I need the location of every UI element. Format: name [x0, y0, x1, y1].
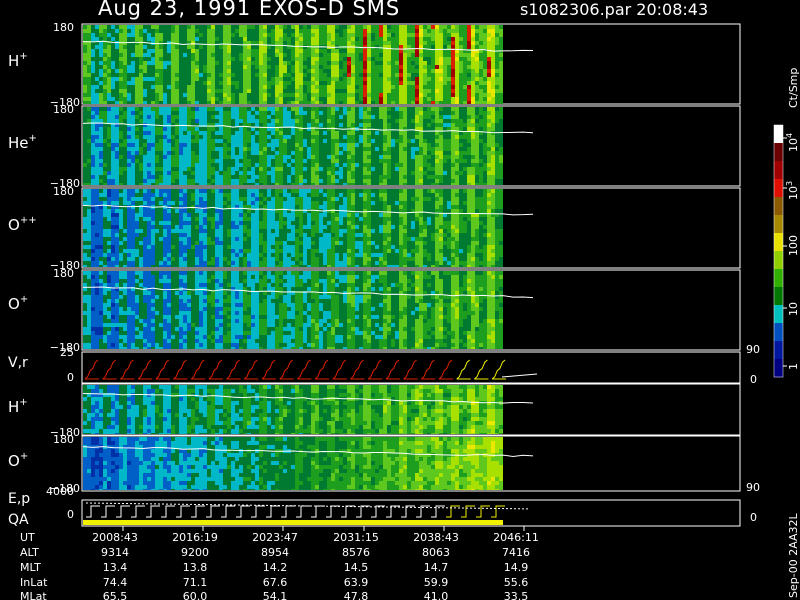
colorbar-tick-10: 10	[787, 302, 800, 316]
side-version-label: Sep-00 2AA32L	[787, 512, 800, 598]
ephem-row-label-ut: UT	[20, 531, 35, 544]
ephem-value: 67.6	[263, 576, 288, 589]
panel-label-h2: H+	[8, 397, 28, 416]
ephem-value: 33.5	[504, 590, 529, 600]
ytick-max-o2: 180	[53, 433, 74, 446]
ytick-max-opp: 180	[53, 185, 74, 198]
ephem-value: 59.9	[424, 576, 449, 589]
ephem-row-label-mlt: MLT	[20, 561, 41, 574]
panel-label-ep: E,p	[8, 491, 30, 507]
ytick-ep-bottom: 0	[67, 508, 74, 521]
panel-label-o1: O+	[8, 294, 28, 313]
ephem-value: 13.8	[183, 561, 208, 574]
panel-frame	[81, 351, 741, 384]
spectrogram-opp	[83, 189, 503, 267]
panel-label-qa: QA	[8, 512, 29, 528]
ephem-row-label-inlat: InLat	[20, 576, 48, 589]
colorbar-unit: Ct/Smp	[787, 68, 800, 108]
ephem-value: 14.2	[263, 561, 288, 574]
spectrogram-o1	[83, 271, 503, 349]
panel-label-o2: O+	[8, 451, 28, 470]
ephem-value: 55.6	[504, 576, 529, 589]
colorbar-tick-100: 100	[787, 235, 800, 256]
ephem-value: 2031:15	[333, 531, 379, 544]
ephem-value: 2016:19	[172, 531, 218, 544]
rtick-vr-top: 90	[746, 343, 760, 356]
ephem-value: 63.9	[344, 576, 369, 589]
ephem-value: 60.0	[183, 590, 208, 600]
ephem-value: 41.0	[424, 590, 449, 600]
rtick-ep-top: 90	[746, 481, 760, 494]
ytick-vr-top: 25	[60, 346, 74, 359]
ephem-value: 2038:43	[413, 531, 459, 544]
ephem-value: 2008:43	[92, 531, 138, 544]
ephem-value: 2023:47	[252, 531, 298, 544]
ephem-value: 9200	[181, 546, 209, 559]
ephem-value: 14.9	[504, 561, 529, 574]
ephem-value: 14.7	[424, 561, 449, 574]
ytick-max-o1: 180	[53, 267, 74, 280]
ytick-max-he: 180	[53, 103, 74, 116]
panel-label-vr: V,r	[8, 355, 28, 371]
ephem-value: 54.1	[263, 590, 288, 600]
spectrogram-h1	[83, 25, 503, 104]
ephem-value: 2046:11	[493, 531, 539, 544]
ytick-vr-bottom: 0	[67, 371, 74, 384]
ephem-value: 71.1	[183, 576, 208, 589]
ephem-value: 7416	[502, 546, 530, 559]
spectrogram-h2	[83, 385, 503, 434]
spectrogram-he	[83, 107, 503, 185]
ephem-value: 8063	[422, 546, 450, 559]
ephem-value: 9314	[101, 546, 129, 559]
ephem-value: 65.5	[103, 590, 128, 600]
qa-bar	[83, 520, 503, 525]
panel-label-opp: O++	[8, 215, 37, 234]
spectrogram-o2	[83, 437, 503, 490]
ytick-max-h1: 180	[53, 21, 74, 34]
colorbar-tick-1: 1	[787, 363, 800, 370]
ytick-ep-top: 4000	[46, 485, 74, 498]
ephem-row-label-alt: ALT	[20, 546, 39, 559]
ephem-row-label-mlat: MLat	[20, 590, 47, 600]
ephem-value: 14.5	[344, 561, 369, 574]
rtick-vr-bottom: 0	[750, 373, 757, 386]
rtick-ep-bottom: 0	[750, 511, 757, 524]
ephem-value: 8954	[261, 546, 289, 559]
ephem-value: 8576	[342, 546, 370, 559]
colorbar	[774, 125, 787, 378]
spectrogram-chart: H+180−180He+180−180O++180−180O+180−180H+…	[8, 21, 800, 600]
colorbar-tick-10e4: 104	[785, 133, 800, 152]
panel-label-h1: H+	[8, 51, 28, 70]
panel-label-he: He+	[8, 133, 37, 152]
colorbar-tick-10e3: 103	[785, 181, 800, 200]
ephem-value: 47.8	[344, 590, 369, 600]
ephem-value: 74.4	[103, 576, 128, 589]
ephem-value: 13.4	[103, 561, 128, 574]
